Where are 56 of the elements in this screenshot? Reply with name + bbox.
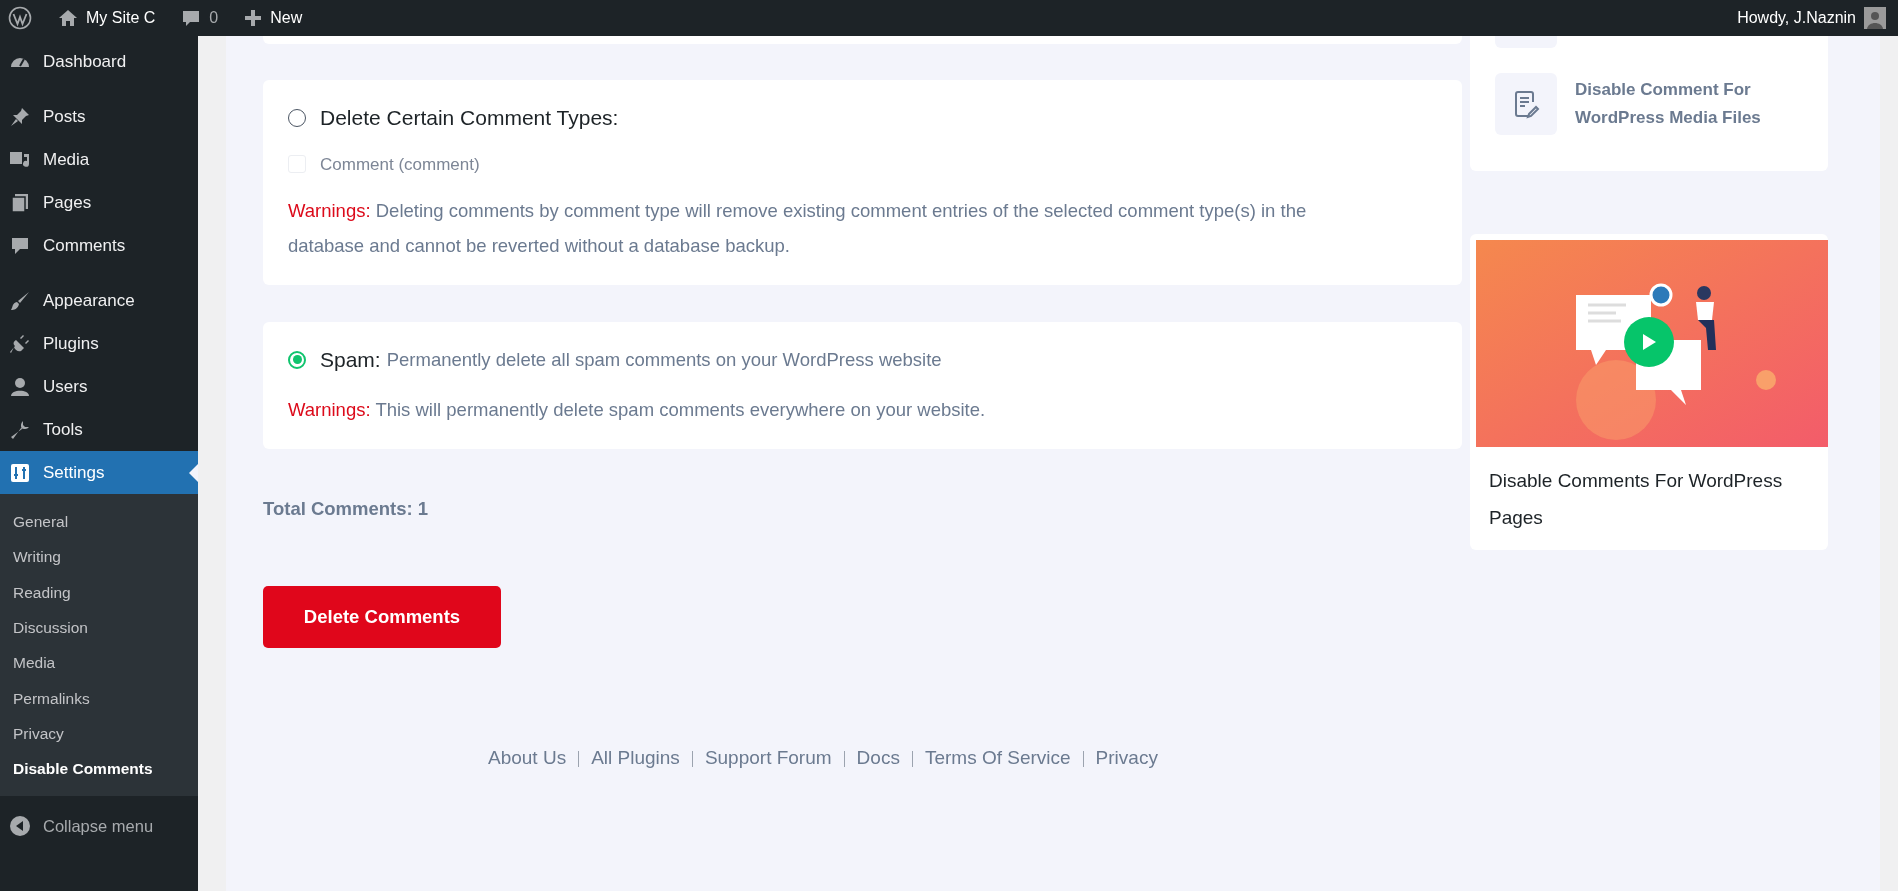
submenu-item[interactable]: Reading	[0, 574, 198, 610]
video-title: Disable Comments For WordPress Pages	[1488, 469, 1784, 530]
collapse-menu-button[interactable]: Collapse menu	[0, 806, 198, 847]
user-icon	[9, 375, 31, 398]
submenu-item[interactable]: Media	[0, 645, 198, 681]
sidebar-item[interactable]: Users	[0, 365, 198, 408]
pushpin-icon	[9, 105, 31, 128]
submenu-item[interactable]: Writing	[0, 539, 198, 575]
submenu-item[interactable]: General	[0, 504, 198, 540]
footer-link[interactable]: Terms Of Service	[924, 744, 1071, 773]
submenu-item[interactable]: Disable Comments	[0, 751, 198, 787]
home-icon	[58, 8, 78, 28]
sidebar-item[interactable]: Settings	[0, 451, 198, 494]
related-title: Disable Comment For WordPress Media Files	[1575, 79, 1762, 129]
radio-button[interactable]	[288, 350, 306, 369]
wordpress-logo-icon	[8, 6, 32, 30]
sidebar-item[interactable]: Dashboard	[0, 40, 198, 83]
sidebar-item[interactable]: Comments	[0, 224, 198, 267]
footer-link[interactable]: Support Forum	[704, 744, 832, 773]
sidebar-item[interactable]: Posts	[0, 95, 198, 138]
footer-link[interactable]: Privacy	[1095, 744, 1158, 773]
sidebar-item[interactable]: Tools	[0, 408, 198, 451]
submenu-item[interactable]: Privacy	[0, 715, 198, 752]
related-link[interactable]: Disable Comment For WordPress Media Files	[1495, 73, 1803, 135]
sidebar-item[interactable]: Plugins	[0, 322, 198, 365]
warning-text: Warnings: Deleting comments by comment type will remove existing comment entries of the selected comment type(s) in the database and cannot be reverted without a database backup.	[288, 199, 1308, 258]
speech-bubble-icon	[181, 8, 202, 28]
paintbrush-icon	[9, 289, 31, 312]
admin-bar-link[interactable]: My Site C	[58, 6, 156, 30]
wordpress-logo-button[interactable]	[8, 6, 32, 30]
sidebar-item[interactable]: Pages	[0, 181, 198, 224]
footer-link[interactable]: All Plugins	[591, 744, 680, 773]
sliders-icon	[9, 461, 31, 484]
menu-pointer-icon	[189, 464, 198, 482]
delete-comments-button[interactable]: Delete Comments	[263, 586, 501, 649]
option-title: Delete Certain Comment Types:	[320, 105, 619, 131]
account-menu[interactable]: Howdy, J.Naznin	[1737, 6, 1886, 30]
collapse-icon	[9, 815, 31, 838]
admin-bar-link[interactable]: 0	[181, 6, 219, 30]
sidebar-item[interactable]: Appearance	[0, 279, 198, 322]
total-comments: Total Comments: 1	[263, 496, 430, 521]
play-icon	[1641, 333, 1657, 351]
submenu-item[interactable]: Permalinks	[0, 680, 198, 716]
sidebar-item[interactable]: Media	[0, 138, 198, 181]
option-description: Permanently delete all spam comments on your WordPress website	[386, 347, 942, 372]
plug-icon	[9, 332, 31, 355]
warning-text: Warnings: This will permanently delete spam comments everywhere on your website.	[288, 397, 987, 422]
pages-icon	[9, 191, 31, 214]
checkbox-label: Comment (comment)	[320, 153, 480, 176]
submenu-item[interactable]: Discussion	[0, 609, 198, 646]
option-title: Spam:	[320, 347, 381, 373]
avatar-icon	[1864, 7, 1886, 29]
plus-icon	[244, 9, 263, 27]
admin-bar-link[interactable]: New	[244, 6, 303, 30]
footer-link[interactable]: Docs	[856, 744, 900, 773]
footer-link[interactable]: About Us	[488, 744, 567, 773]
